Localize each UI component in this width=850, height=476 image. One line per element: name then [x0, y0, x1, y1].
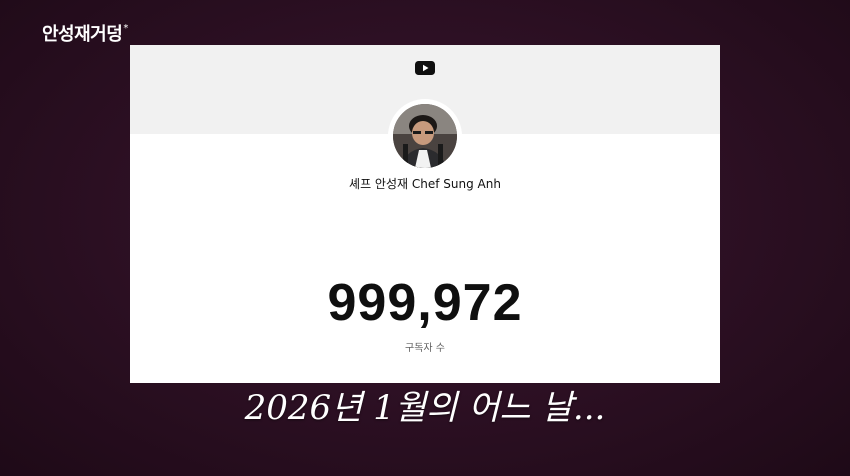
youtube-play-icon: [415, 61, 435, 75]
subscriber-count: 999,972: [327, 274, 523, 332]
channel-avatar: [393, 104, 457, 168]
video-caption: 2026년 1월의 어느 날...: [244, 388, 606, 428]
subscriber-counter-card: 셰프 안성재 Chef Sung Anh 999,972 구독자 수: [130, 45, 720, 383]
subscriber-count-label: 구독자 수: [405, 343, 445, 354]
channel-logo: 안성재거덩 *: [42, 22, 128, 48]
channel-avatar-ring: [388, 99, 462, 173]
avatar-portrait-image: [393, 104, 457, 168]
channel-logo-mark: *: [123, 23, 129, 34]
channel-name: 셰프 안성재 Chef Sung Anh: [349, 177, 501, 191]
channel-logo-text: 안성재거덩: [42, 24, 123, 45]
